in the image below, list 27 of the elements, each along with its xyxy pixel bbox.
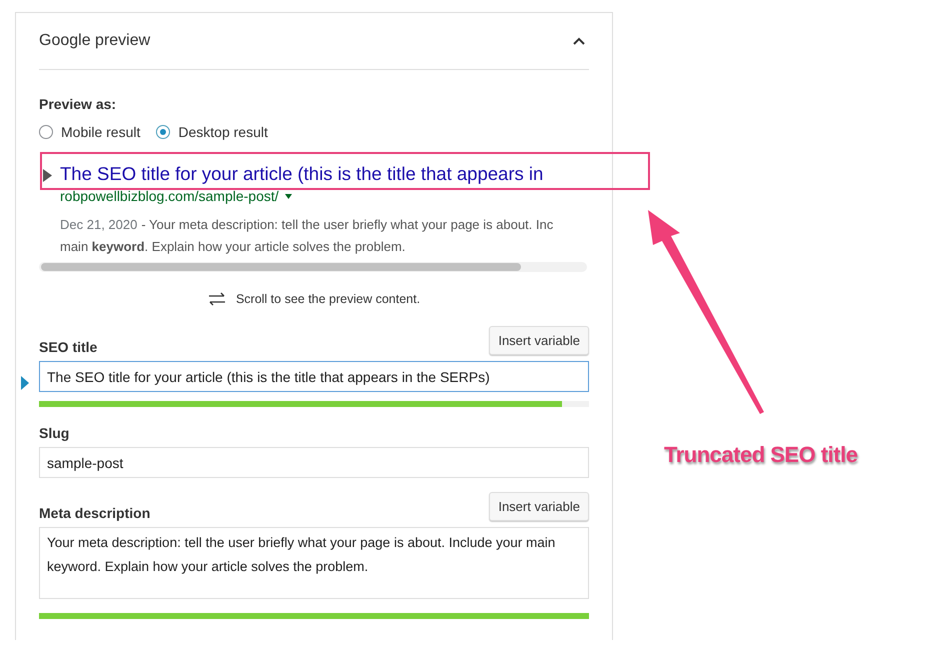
snippet-date: Dec 21, 2020 [60, 217, 138, 232]
collapse-icon[interactable] [573, 37, 585, 45]
scrollbar[interactable] [39, 262, 587, 272]
annotation-label: Truncated SEO title [664, 442, 858, 468]
scroll-hint: Scroll to see the preview content. [236, 292, 420, 306]
field-label: Meta description [39, 505, 150, 521]
field-label: Slug [39, 425, 70, 441]
radio-icon[interactable] [39, 125, 53, 139]
swap-arrows-icon [208, 292, 226, 306]
radio-option[interactable]: Mobile result [39, 124, 140, 140]
text-area[interactable]: Your meta description: tell the user briefly what your page is about. Include your main keyword. Explain how your article solves the problem. [39, 527, 589, 599]
insert-variable-button[interactable]: Insert variable [489, 326, 589, 355]
panel-title: Google preview [39, 32, 150, 50]
snippet-description: main keyword. Explain how your article solves the problem. [60, 239, 406, 254]
input-field[interactable]: The SEO title for your article (this is the title that appears in the SERPs) [39, 361, 589, 392]
radio-icon[interactable] [156, 125, 170, 139]
field-label: SEO title [39, 339, 98, 355]
snippet-title[interactable]: The SEO title for your article (this is the title that appears in [60, 162, 590, 186]
snippet-url: robpowellbizblog.com/sample-post/ [60, 187, 279, 206]
input-field[interactable]: sample-post [39, 447, 589, 478]
pointer-icon [21, 376, 29, 390]
snippet-description: - Your meta description: tell the user briefly what your page is about. Inc [141, 217, 554, 232]
radio-option[interactable]: Desktop result [156, 124, 268, 140]
dropdown-caret-icon[interactable] [284, 194, 292, 198]
caret-icon [43, 169, 52, 182]
preview-as-label: Preview as: [39, 96, 118, 112]
insert-variable-button[interactable]: Insert variable [489, 492, 589, 521]
